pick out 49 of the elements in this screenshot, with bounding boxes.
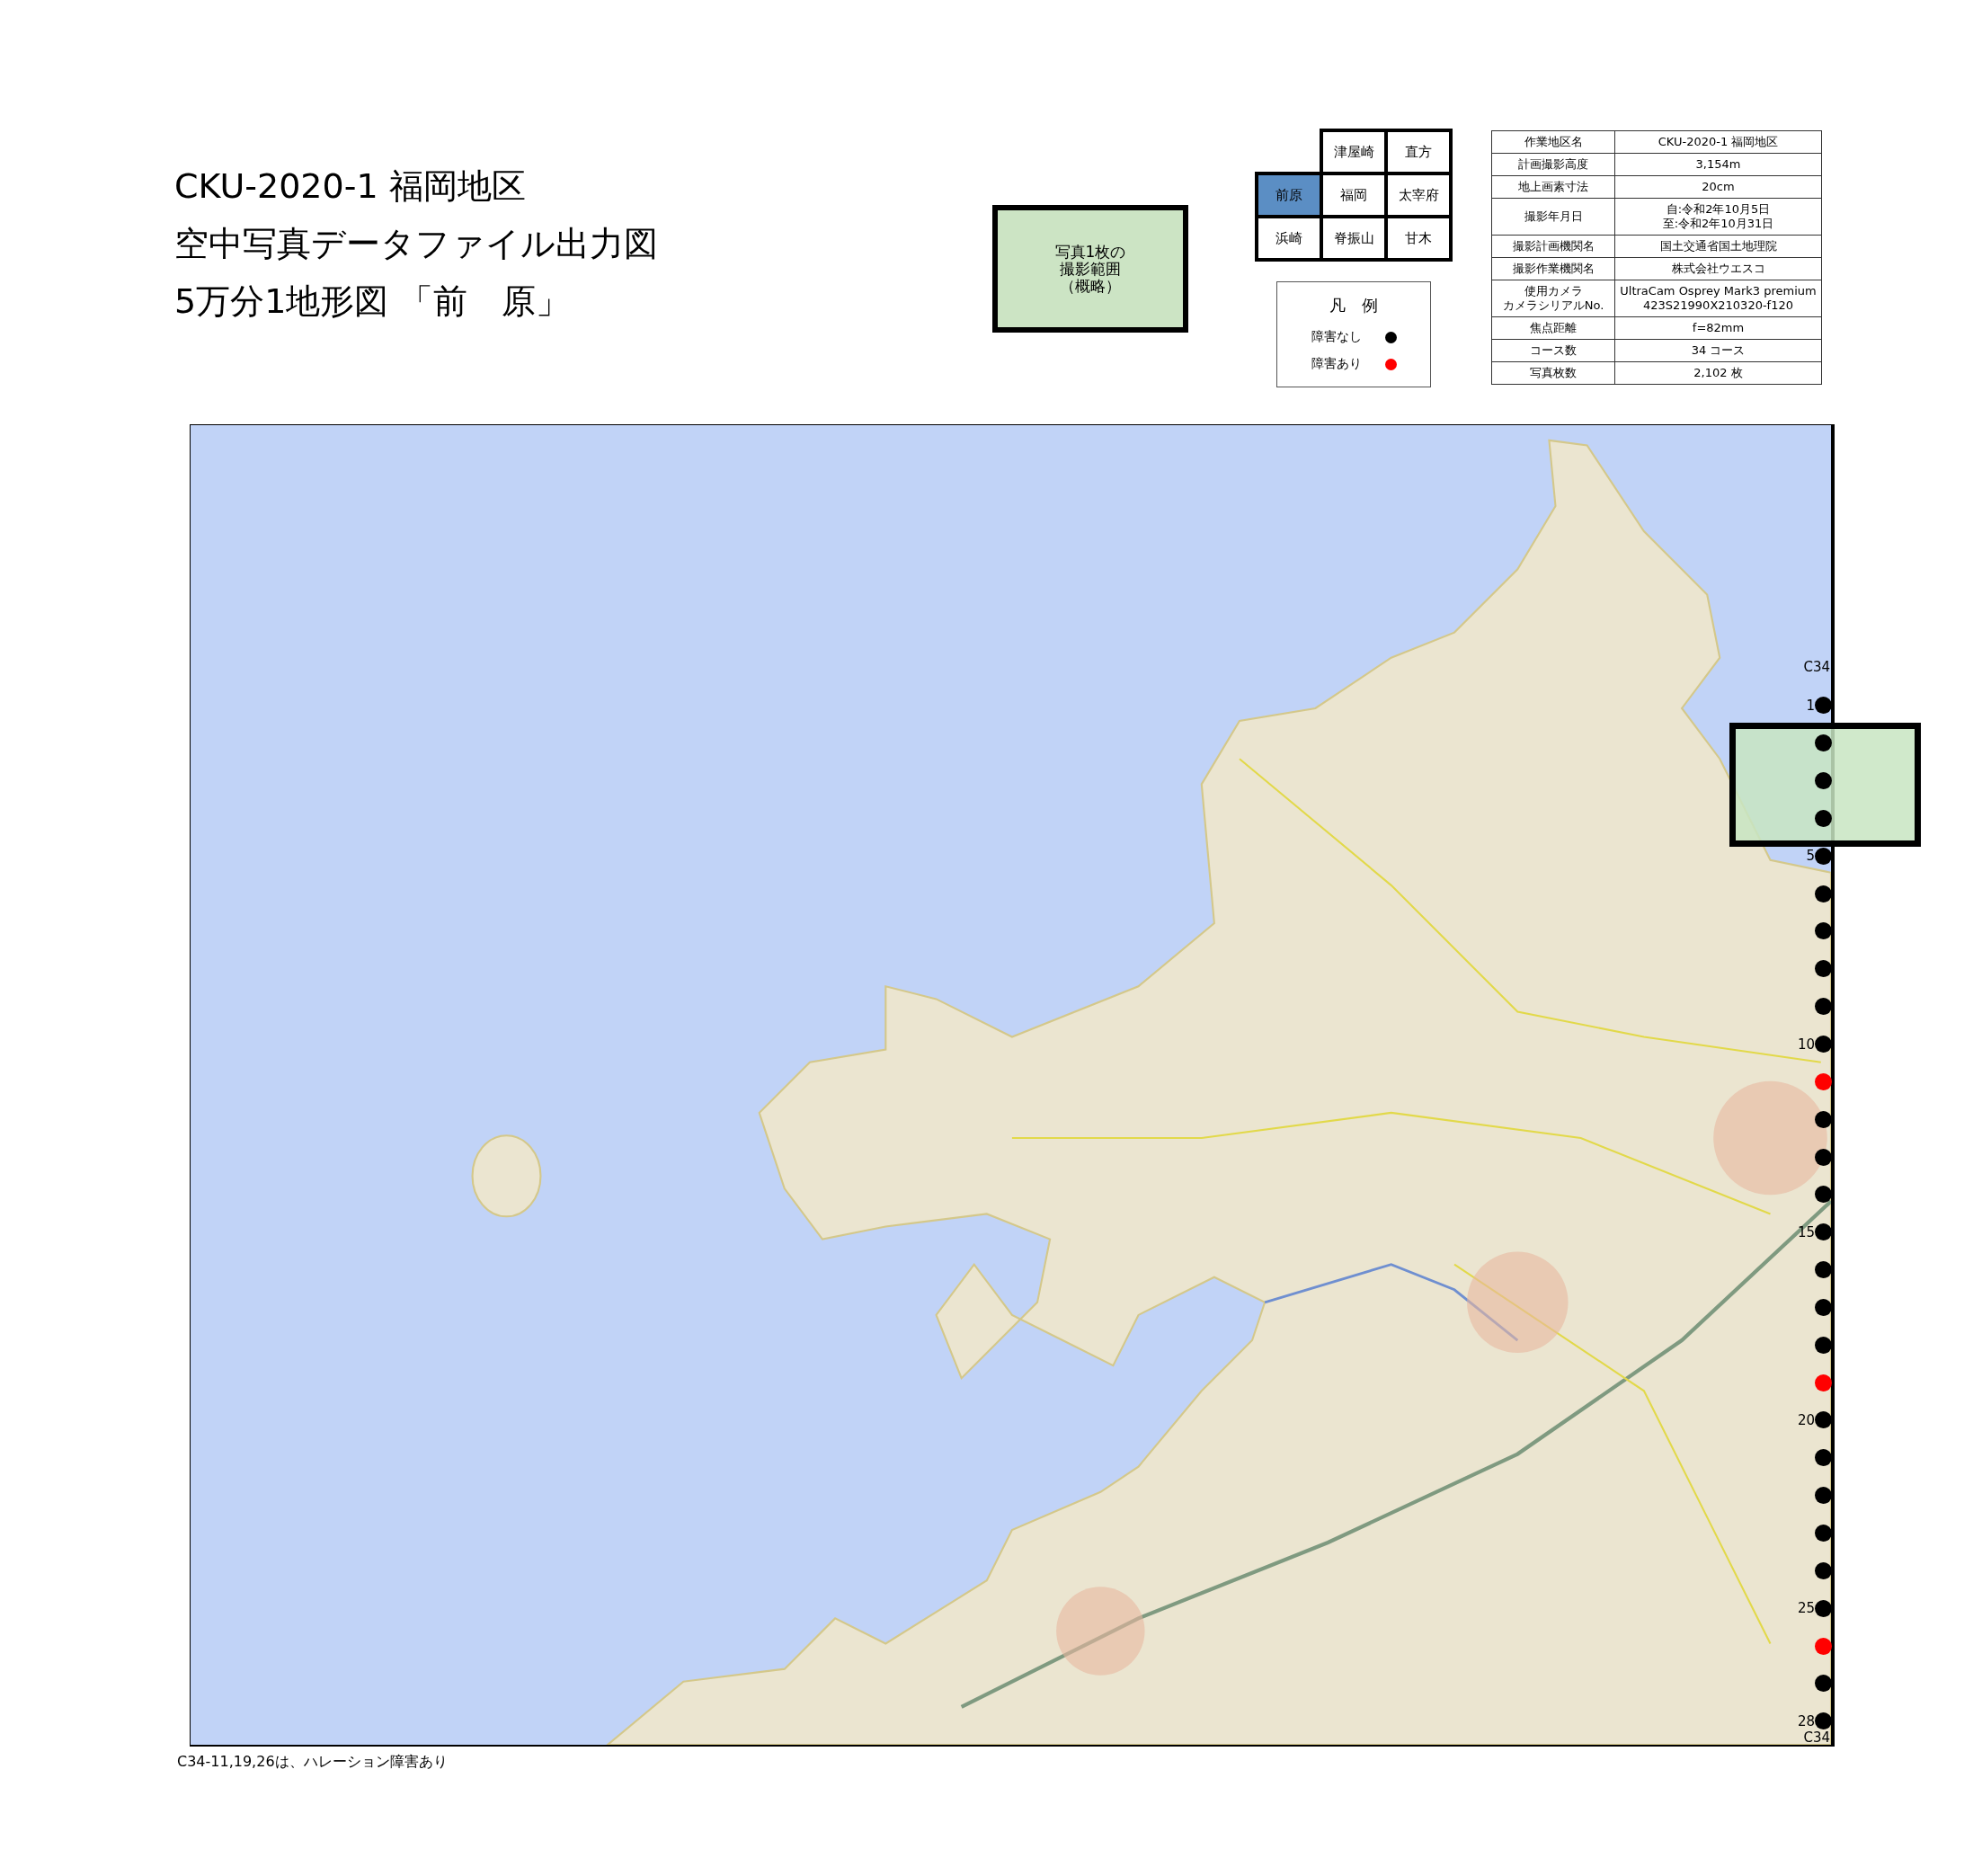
legend-label: 障害なし — [1311, 329, 1362, 345]
table-value: 3,154m — [1695, 157, 1741, 172]
index-sheet-cell: 甘木 — [1386, 217, 1451, 260]
table-label: 地上画素寸法 — [1518, 180, 1588, 194]
table-value: 国土交通省国土地理院 — [1659, 239, 1777, 253]
table-label: 撮影年月日 — [1524, 209, 1583, 224]
photo-number: 10 — [1797, 1036, 1815, 1053]
photo-number: 25 — [1797, 1600, 1815, 1617]
table-label: 作業地区名 — [1524, 135, 1583, 149]
table-label: カメラシリアルNo. — [1502, 298, 1604, 313]
table-label: 撮影作業機関名 — [1512, 262, 1595, 276]
map-title: 5万分1地形図 「前 原」 — [174, 280, 572, 323]
table-value: 423S21990X210320-f120 — [1642, 298, 1793, 313]
index-sheet-cell: 太宰府 — [1386, 173, 1451, 217]
photo-number: 28 — [1797, 1712, 1815, 1729]
table-value: 至:令和2年10月31日 — [1662, 217, 1774, 231]
map-title: CKU-2020-1 福岡地区 — [174, 165, 527, 208]
table-label: 計画撮影高度 — [1518, 157, 1588, 172]
course-label: C34 — [1802, 659, 1830, 675]
index-sheet-cell: 脊振山 — [1321, 217, 1386, 260]
legend-title: 凡 例 — [1329, 295, 1379, 316]
table-label: 写真枚数 — [1530, 366, 1577, 380]
sample-caption: 撮影範囲 — [1060, 260, 1121, 278]
table-label: 撮影計画機関名 — [1512, 239, 1595, 253]
photo-number: 5 — [1806, 848, 1815, 865]
photo-number: 15 — [1797, 1223, 1815, 1240]
table-label: コース数 — [1530, 343, 1577, 358]
index-sheet-cell: 津屋崎 — [1321, 130, 1386, 173]
table-value: f=82mm — [1692, 321, 1745, 335]
sample-caption: （概略） — [1060, 277, 1121, 295]
index-sheet-cell: 浜崎 — [1257, 217, 1321, 260]
index-sheet-cell: 直方 — [1386, 130, 1451, 173]
photo-number: 20 — [1797, 1411, 1815, 1428]
table-value: 2,102 枚 — [1693, 366, 1743, 380]
table-value: 株式会社ウエスコ — [1671, 262, 1765, 276]
table-value: 20cm — [1702, 180, 1735, 194]
photo-number: 1 — [1806, 697, 1815, 714]
map-title: 空中写真データファイル出力図 — [174, 223, 659, 265]
footnote: C34-11,19,26は、ハレーション障害あり — [177, 1753, 448, 1772]
table-value: 自:令和2年10月5日 — [1666, 202, 1771, 217]
table-value: 34 コース — [1691, 343, 1746, 358]
table-value: CKU-2020-1 福岡地区 — [1658, 135, 1779, 149]
sample-caption: 写真1枚の — [1054, 243, 1126, 261]
table-label: 使用カメラ — [1524, 284, 1583, 298]
table-label: 焦点距離 — [1530, 321, 1577, 335]
table-value: UltraCam Osprey Mark3 premium — [1620, 284, 1817, 298]
course-label: C34 — [1802, 1729, 1830, 1746]
legend-label: 障害あり — [1311, 356, 1362, 372]
index-sheet-cell: 前原 — [1257, 173, 1321, 217]
